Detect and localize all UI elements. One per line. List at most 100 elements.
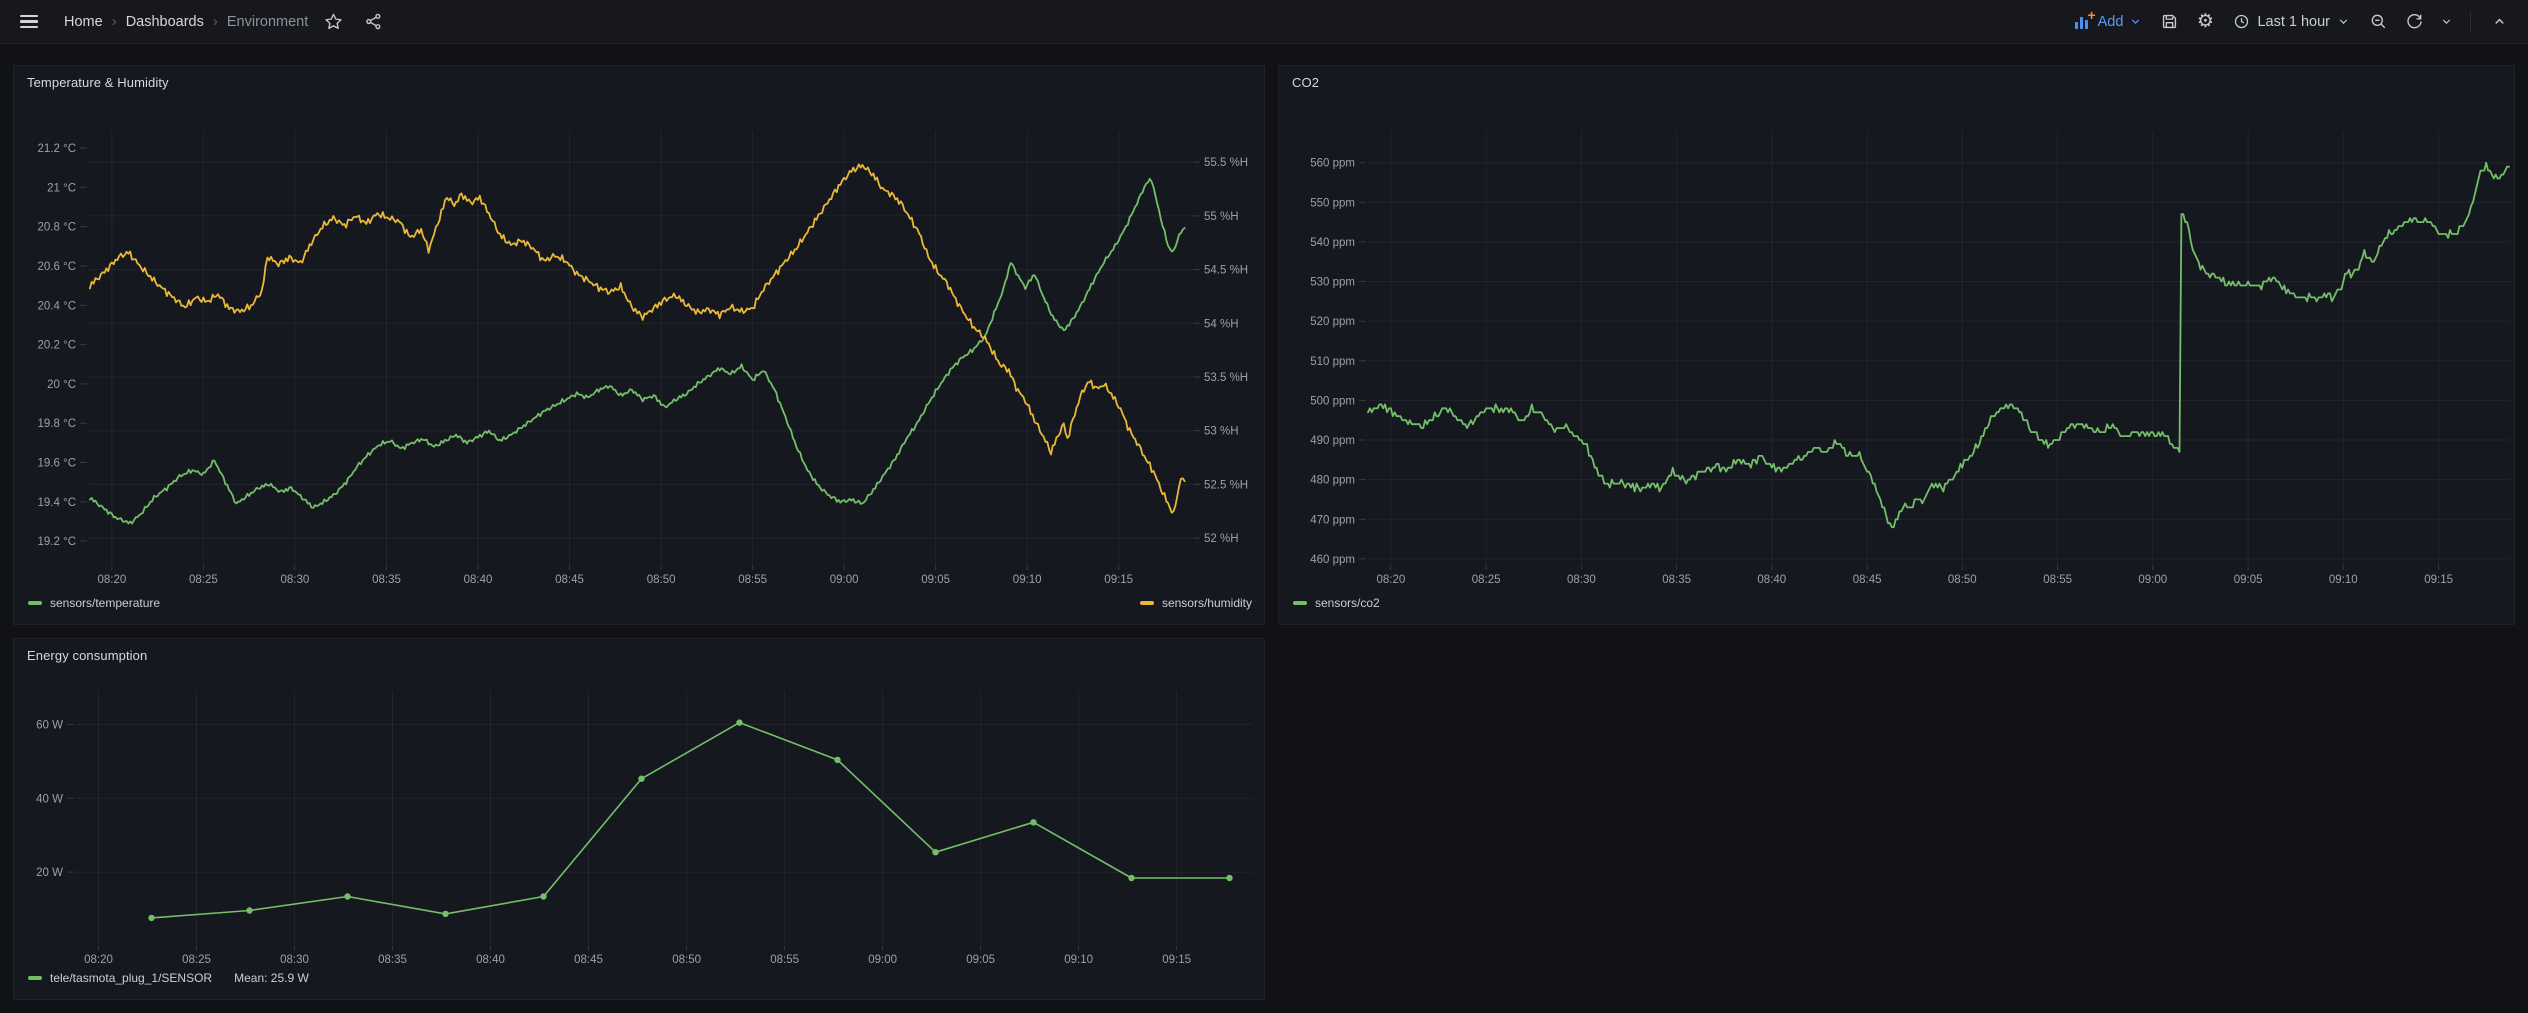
- svg-text:08:30: 08:30: [1567, 574, 1596, 586]
- svg-text:550 ppm: 550 ppm: [1310, 197, 1355, 209]
- menu-button[interactable]: [14, 7, 44, 37]
- svg-text:490 ppm: 490 ppm: [1310, 435, 1355, 447]
- zoom-out-icon: [2369, 12, 2388, 31]
- svg-text:09:05: 09:05: [2234, 574, 2263, 586]
- svg-text:40 W: 40 W: [36, 793, 63, 805]
- svg-text:09:10: 09:10: [1013, 574, 1042, 586]
- time-range-picker[interactable]: Last 1 hour: [2226, 9, 2357, 34]
- share-button[interactable]: [358, 7, 388, 37]
- svg-text:53.5 %H: 53.5 %H: [1204, 372, 1248, 384]
- breadcrumb-current: Environment: [227, 14, 308, 30]
- svg-text:52.5 %H: 52.5 %H: [1204, 479, 1248, 491]
- svg-text:08:35: 08:35: [372, 574, 401, 586]
- svg-text:21.2 °C: 21.2 °C: [38, 143, 76, 155]
- svg-text:09:00: 09:00: [2138, 574, 2167, 586]
- legend-item[interactable]: sensors/co2: [1293, 596, 1380, 610]
- svg-text:52 %H: 52 %H: [1204, 533, 1239, 545]
- legend-series-marker: [1293, 601, 1307, 605]
- svg-text:08:30: 08:30: [281, 574, 310, 586]
- svg-text:21 °C: 21 °C: [47, 182, 76, 194]
- legend-series-label: sensors/temperature: [50, 596, 160, 610]
- star-icon: [324, 12, 343, 31]
- legend-series-label: sensors/co2: [1315, 596, 1380, 610]
- legend-item[interactable]: sensors/humidity: [1140, 596, 1252, 610]
- collapse-topbar-button[interactable]: [2484, 7, 2514, 37]
- legend-series-label: sensors/humidity: [1162, 596, 1252, 610]
- svg-text:08:55: 08:55: [770, 954, 799, 966]
- add-button-label: Add: [2098, 14, 2124, 30]
- svg-text:540 ppm: 540 ppm: [1310, 237, 1355, 249]
- breadcrumb: Home › Dashboards › Environment: [64, 13, 308, 30]
- svg-text:20.4 °C: 20.4 °C: [38, 300, 76, 312]
- clock-icon: [2233, 13, 2250, 30]
- legend-series-marker: [28, 601, 42, 605]
- svg-text:08:25: 08:25: [182, 954, 211, 966]
- chart-legend: sensors/temperature sensors/humidity: [28, 594, 1252, 612]
- legend-item[interactable]: tele/tasmota_plug_1/SENSORMean: 25.9 W: [28, 971, 309, 985]
- svg-text:19.8 °C: 19.8 °C: [38, 418, 76, 430]
- svg-text:09:15: 09:15: [1162, 954, 1191, 966]
- svg-text:20.2 °C: 20.2 °C: [38, 340, 76, 352]
- svg-text:08:35: 08:35: [378, 954, 407, 966]
- svg-text:19.2 °C: 19.2 °C: [38, 536, 76, 548]
- svg-text:08:40: 08:40: [1757, 574, 1786, 586]
- gear-icon: ⚙: [2197, 12, 2214, 31]
- panel-add-icon: +: [2075, 15, 2092, 29]
- chart-legend: tele/tasmota_plug_1/SENSORMean: 25.9 W: [28, 969, 1252, 987]
- share-icon: [364, 12, 383, 31]
- svg-text:480 ppm: 480 ppm: [1310, 475, 1355, 487]
- svg-text:09:00: 09:00: [868, 954, 897, 966]
- breadcrumb-dashboards[interactable]: Dashboards: [126, 14, 204, 30]
- svg-text:500 ppm: 500 ppm: [1310, 395, 1355, 407]
- chevron-down-icon: [2440, 15, 2453, 28]
- svg-text:09:00: 09:00: [830, 574, 859, 586]
- svg-text:09:05: 09:05: [921, 574, 950, 586]
- legend-item[interactable]: sensors/temperature: [28, 596, 160, 610]
- top-navbar: Home › Dashboards › Environment + Add: [0, 0, 2528, 44]
- svg-text:53 %H: 53 %H: [1204, 426, 1239, 438]
- chevron-up-icon: [2492, 14, 2507, 29]
- legend-series-label: tele/tasmota_plug_1/SENSOR: [50, 971, 212, 985]
- legend-series-marker: [28, 976, 42, 980]
- chevron-down-icon: [2337, 15, 2350, 28]
- chevron-down-icon: [2129, 15, 2142, 28]
- toolbar-divider: [2470, 11, 2471, 33]
- grafana-dashboard: Home › Dashboards › Environment + Add: [0, 0, 2528, 1013]
- chart-legend: sensors/co2: [1293, 594, 2502, 612]
- svg-text:08:50: 08:50: [672, 954, 701, 966]
- panel-energy-consumption: Energy consumption 08:2008:2508:3008:350…: [13, 638, 1265, 1000]
- svg-text:520 ppm: 520 ppm: [1310, 316, 1355, 328]
- add-button[interactable]: + Add: [2069, 10, 2149, 34]
- svg-text:09:10: 09:10: [1064, 954, 1093, 966]
- svg-text:19.6 °C: 19.6 °C: [38, 458, 76, 470]
- zoom-out-button[interactable]: [2363, 7, 2393, 37]
- svg-text:20 W: 20 W: [36, 867, 63, 879]
- svg-text:08:25: 08:25: [1472, 574, 1501, 586]
- dashboard-settings-button[interactable]: ⚙: [2190, 7, 2220, 37]
- refresh-icon: [2405, 12, 2424, 31]
- svg-text:08:55: 08:55: [2043, 574, 2072, 586]
- refresh-button[interactable]: [2399, 7, 2429, 37]
- refresh-interval-button[interactable]: [2435, 7, 2457, 37]
- svg-text:08:20: 08:20: [1377, 574, 1406, 586]
- menu-icon: [20, 15, 38, 29]
- svg-text:460 ppm: 460 ppm: [1310, 554, 1355, 566]
- save-dashboard-button[interactable]: [2154, 7, 2184, 37]
- svg-text:08:40: 08:40: [464, 574, 493, 586]
- panel-temperature-humidity: Temperature & Humidity 08:2008:2508:3008…: [13, 65, 1265, 625]
- svg-text:08:20: 08:20: [84, 954, 113, 966]
- svg-text:510 ppm: 510 ppm: [1310, 356, 1355, 368]
- svg-text:08:50: 08:50: [1948, 574, 1977, 586]
- svg-text:55 %H: 55 %H: [1204, 211, 1239, 223]
- svg-text:54 %H: 54 %H: [1204, 318, 1239, 330]
- svg-text:530 ppm: 530 ppm: [1310, 277, 1355, 289]
- svg-text:20.6 °C: 20.6 °C: [38, 261, 76, 273]
- svg-text:08:35: 08:35: [1662, 574, 1691, 586]
- time-series-chart[interactable]: 08:2008:2508:3008:3508:4008:4508:5008:55…: [14, 66, 1264, 624]
- svg-text:55.5 %H: 55.5 %H: [1204, 157, 1248, 169]
- time-series-chart[interactable]: 08:2008:2508:3008:3508:4008:4508:5008:55…: [14, 639, 1264, 999]
- favorite-star-button[interactable]: [318, 7, 348, 37]
- svg-text:08:55: 08:55: [738, 574, 767, 586]
- time-series-chart[interactable]: 08:2008:2508:3008:3508:4008:4508:5008:55…: [1279, 66, 2514, 624]
- breadcrumb-home[interactable]: Home: [64, 14, 103, 30]
